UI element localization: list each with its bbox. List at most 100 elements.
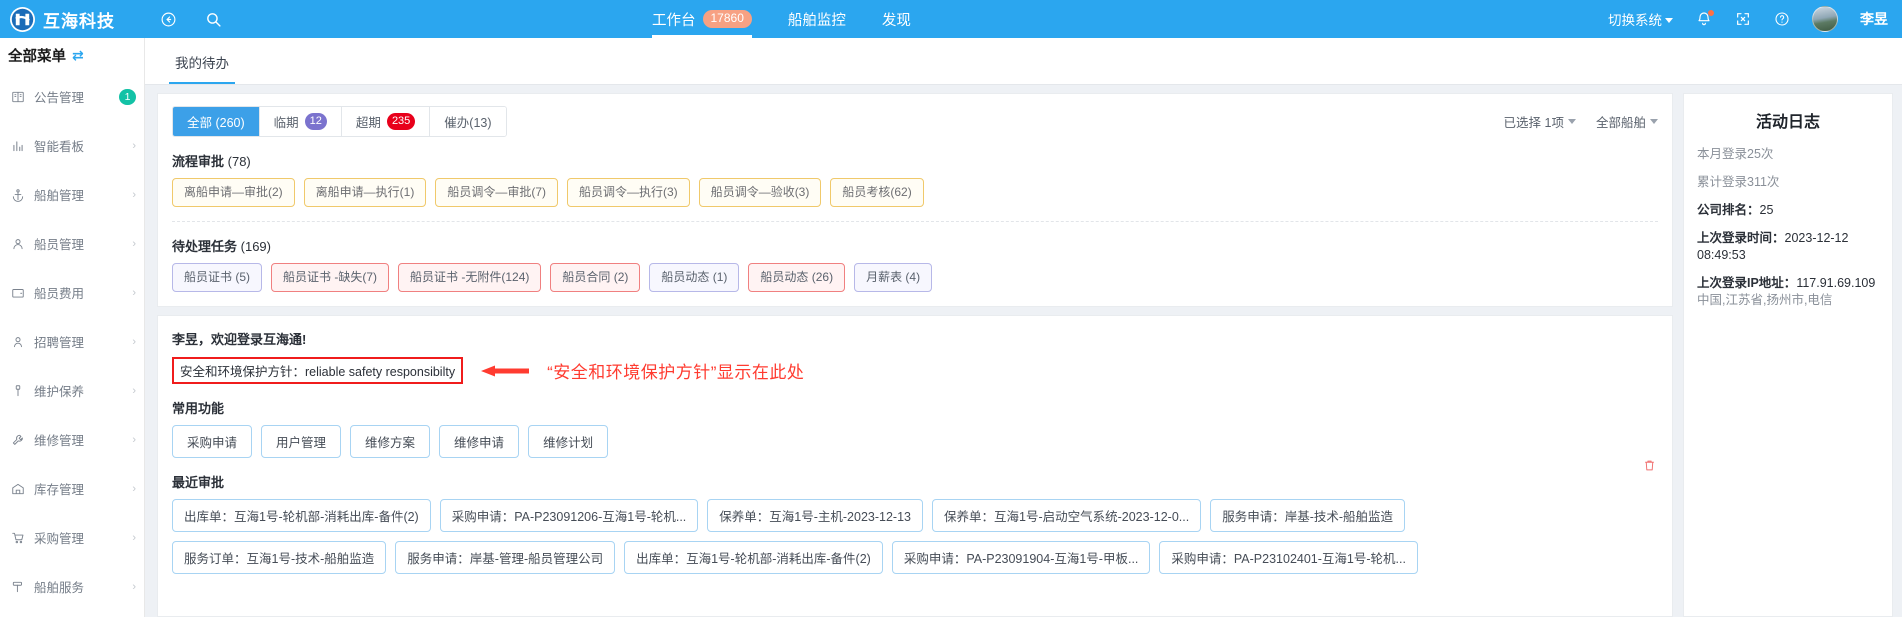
chip-crew-contract[interactable]: 船员合同 (2) (550, 263, 641, 292)
sidebar-item-crew-management[interactable]: 船员管理 › (0, 219, 144, 268)
chip-crew-certificate[interactable]: 船员证书 (5) (172, 263, 263, 292)
swap-arrows-icon[interactable]: ⇄ (72, 47, 84, 64)
wallet-icon (10, 285, 25, 300)
sidebar-item-label: 维护保养 (34, 385, 85, 399)
last-ip-value: 117.91.69.109 (1796, 276, 1876, 290)
recent-chip[interactable]: 出库单：互海1号-轮机部-消耗出库-备件(2) (172, 499, 431, 532)
segment-filter-row: 全部 (260) 临期 12 超期 235 催办(13) (172, 106, 1658, 137)
recent-chip[interactable]: 出库单：互海1号-轮机部-消耗出库-备件(2) (624, 541, 883, 574)
recent-chip[interactable]: 采购申请：PA-P23091206-互海1号-轮机... (439, 499, 699, 532)
segment-all[interactable]: 全部 (260) (173, 107, 260, 136)
func-repair-schedule[interactable]: 维修计划 (528, 425, 609, 458)
system-switch-button[interactable]: 切换系统 (1608, 9, 1673, 29)
policy-annotation-row: 安全和环境保护方针：reliable safety responsibilty … (172, 357, 1658, 384)
chip-crew-assessment[interactable]: 船员考核(62) (830, 178, 924, 207)
service-icon (10, 579, 25, 594)
chevron-right-icon: › (132, 433, 136, 446)
segment-label: 临期 (273, 116, 299, 130)
chip-crew-dynamics-1[interactable]: 船员动态 (1) (649, 263, 740, 292)
topnav-item-workbench[interactable]: 工作台 17860 (652, 0, 752, 38)
search-icon[interactable] (205, 11, 222, 28)
chip-crew-order-exec[interactable]: 船员调令—执行(3) (567, 178, 690, 207)
top-right-controls: 切换系统 李昱 (1608, 0, 1888, 38)
chip-leave-ship-exec[interactable]: 离船申请—执行(1) (303, 178, 427, 207)
sidebar-item-vessel-service[interactable]: 船舶服务 › (0, 562, 144, 611)
func-purchase-request[interactable]: 采购申请 (172, 425, 253, 458)
help-circle-icon[interactable] (1773, 11, 1790, 28)
bell-icon[interactable] (1695, 9, 1714, 28)
left-column: 全部 (260) 临期 12 超期 235 催办(13) 已选择 1项 全部船舶… (157, 93, 1673, 617)
func-user-management[interactable]: 用户管理 (261, 425, 342, 458)
sidebar-item-announcement[interactable]: 公告管理 1 (0, 72, 144, 121)
recent-approvals-row-2: 服务订单：互海1号-技术-船舶监造 服务申请：岸基-管理-船员管理公司 出库单：… (172, 541, 1658, 574)
vessel-filter-dropdown[interactable]: 全部船舶 (1596, 112, 1658, 131)
topnav-item-vessel-monitor[interactable]: 船舶监控 (788, 0, 846, 38)
recent-approvals-title: 最近审批 (172, 475, 225, 490)
last-ip-label: 上次登录IP地址： (1697, 276, 1797, 290)
sidebar-item-label: 库存管理 (34, 483, 85, 497)
sidebar-item-label: 采购管理 (34, 532, 85, 546)
sidebar-item-crew-expenses[interactable]: 船员费用 › (0, 268, 144, 317)
back-arrow-icon[interactable] (160, 11, 177, 28)
recent-chip[interactable]: 保养单：互海1号-启动空气系统-2023-12-0... (932, 499, 1202, 532)
last-login-ip: 上次登录IP地址：117.91.69.109 中国,江苏省,扬州市,电信 (1697, 275, 1879, 309)
pending-tasks-title: 待处理任务 (169) (172, 236, 1658, 255)
selected-count-label: 已选择 1项 (1503, 116, 1564, 130)
segment-overdue[interactable]: 超期 235 (341, 107, 431, 136)
left-arrow-icon (479, 363, 531, 379)
recent-approvals-rows: 出库单：互海1号-轮机部-消耗出库-备件(2) 采购申请：PA-P2309120… (172, 499, 1658, 574)
recent-chip[interactable]: 服务订单：互海1号-技术-船舶监造 (172, 541, 387, 574)
sidebar-header[interactable]: 全部菜单 ⇄ (0, 38, 144, 72)
maintenance-icon (10, 383, 25, 398)
sidebar-item-expense-management[interactable]: 费用管理 › (0, 611, 144, 617)
tab-strip: 我的待办 (145, 38, 1902, 85)
topnav-label: 发现 (881, 12, 911, 29)
sidebar-item-purchasing[interactable]: 采购管理 › (0, 513, 144, 562)
month-logins: 本月登录25次 (1697, 147, 1774, 161)
trash-icon[interactable] (1643, 459, 1656, 475)
chip-crew-order-approval[interactable]: 船员调令—审批(7) (435, 178, 559, 207)
sidebar-item-maintenance-upkeep[interactable]: 维护保养 › (0, 366, 144, 415)
chip-crew-dynamics-26[interactable]: 船员动态 (26) (748, 263, 846, 292)
recent-chip[interactable]: 保养单：互海1号-主机-2023-12-13 (707, 499, 923, 532)
top-bar: 互海科技 工作台 17860 船舶监控 发现 切换系统 李昱 (0, 0, 1902, 38)
sidebar-item-repair-management[interactable]: 维修管理 › (0, 415, 144, 464)
safety-policy-text: 安全和环境保护方针：reliable safety responsibilty (172, 357, 464, 384)
func-repair-request[interactable]: 维修申请 (439, 425, 520, 458)
sidebar-item-label: 招聘管理 (34, 336, 85, 350)
sidebar-item-recruitment[interactable]: 招聘管理 › (0, 317, 144, 366)
func-repair-plan[interactable]: 维修方案 (350, 425, 431, 458)
chip-monthly-salary[interactable]: 月薪表 (4) (854, 263, 933, 292)
brand: 互海科技 (0, 6, 145, 32)
right-column: 活动日志 本月登录25次 累计登录311次 公司排名：25 上次登录时间：202… (1683, 93, 1893, 617)
chip-crew-certificate-missing[interactable]: 船员证书 -缺失(7) (271, 263, 390, 292)
top-navigation: 工作台 17860 船舶监控 发现 (652, 0, 911, 38)
chevron-down-icon (1567, 119, 1576, 124)
avatar[interactable] (1812, 6, 1838, 32)
last-ip-location: 中国,江苏省,扬州市,电信 (1697, 293, 1833, 307)
segment-urge[interactable]: 催办(13) (430, 107, 506, 136)
sidebar-item-smart-board[interactable]: 智能看板 › (0, 121, 144, 170)
topnav-item-discover[interactable]: 发现 (882, 0, 911, 38)
user-name[interactable]: 李昱 (1860, 9, 1888, 29)
user-icon (10, 236, 25, 251)
sidebar-item-inventory[interactable]: 库存管理 › (0, 464, 144, 513)
chip-crew-order-accept[interactable]: 船员调令—验收(3) (698, 178, 822, 207)
recent-chip[interactable]: 服务申请：岸基-技术-船舶监造 (1210, 499, 1406, 532)
status-segment-control: 全部 (260) 临期 12 超期 235 催办(13) (172, 106, 507, 137)
sidebar-item-vessel-management[interactable]: 船舶管理 › (0, 170, 144, 219)
tab-my-todo[interactable]: 我的待办 (159, 52, 245, 84)
sidebar-item-badge: 1 (119, 88, 136, 105)
fullscreen-icon[interactable] (1734, 11, 1751, 28)
recent-chip[interactable]: 服务申请：岸基-管理-船员管理公司 (395, 541, 616, 574)
todo-filter-card: 全部 (260) 临期 12 超期 235 催办(13) 已选择 1项 全部船舶… (157, 93, 1673, 307)
sidebar-item-label: 智能看板 (34, 140, 85, 154)
recent-chip[interactable]: 采购申请：PA-P23091904-互海1号-甲板... (891, 541, 1151, 574)
chip-leave-ship-approval[interactable]: 离船申请—审批(2) (172, 178, 295, 207)
recent-chip[interactable]: 采购申请：PA-P23102401-互海1号-轮机... (1159, 541, 1418, 574)
segment-near-due[interactable]: 临期 12 (259, 107, 342, 136)
warehouse-icon (10, 481, 25, 496)
brand-name: 互海科技 (43, 11, 115, 31)
chip-crew-certificate-no-attachment[interactable]: 船员证书 -无附件(124) (398, 263, 542, 292)
selected-count-dropdown[interactable]: 已选择 1项 (1504, 112, 1576, 131)
